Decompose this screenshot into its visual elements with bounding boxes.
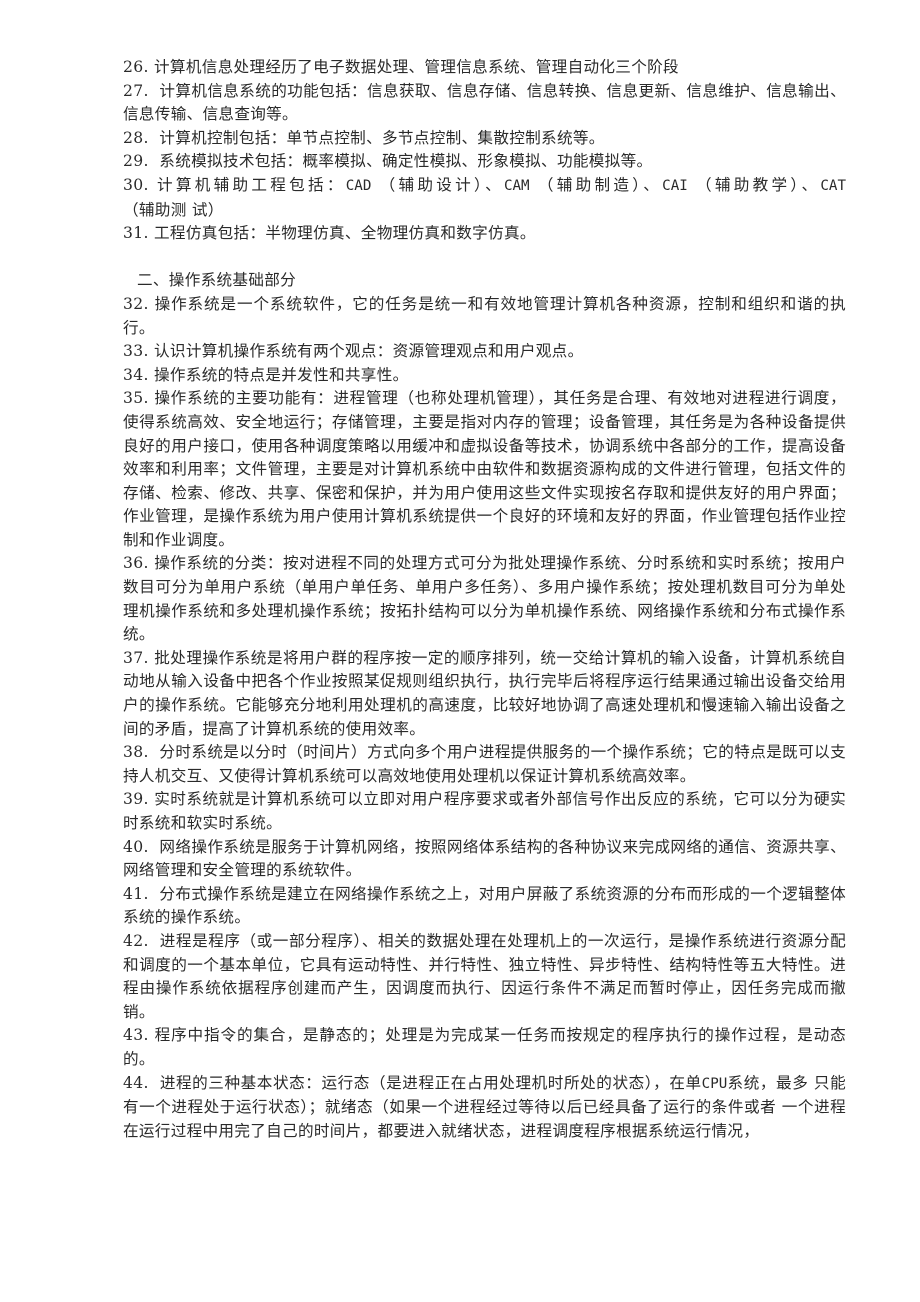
numbered-item: 33. 认识计算机操作系统有两个观点：资源管理观点和用户观点。 [123,340,846,364]
item-text: 操作系统是一个系统软件，它的任务是统一和有效地管理计算机各种资源，控制和组织和谐… [123,294,846,337]
item-text: 计算机控制包括：单节点控制、多节点控制、集散控制系统等。 [159,128,605,147]
item-text: 认识计算机操作系统有两个观点：资源管理观点和用户观点。 [154,342,584,361]
item-text: 网络操作系统是服务于计算机网络，按照网络体系结构的各种协议来完成网络的通信、资源… [123,837,846,880]
numbered-item: 42. 进程是程序（或一部分程序）、相关的数据处理在处理机上的一次运行，是操作系… [123,930,846,1024]
item-text: 工程仿真包括：半物理仿真、全物理仿真和数字仿真。 [154,224,536,243]
item-text: 进程是程序（或一部分程序）、相关的数据处理在处理机上的一次运行，是操作系统进行资… [123,931,846,1021]
latin-run: CAM [503,177,530,194]
document-page: 26. 计算机信息处理经历了电子数据处理、管理信息系统、管理自动化三个阶段 27.… [0,0,920,1302]
item-number: 37. [123,648,149,667]
item-number-gap [149,838,160,856]
numbered-item: 44. 进程的三种基本状态：运行态（是进程正在占用处理机时所处的状态），在单CP… [123,1072,846,1144]
item-number: 38. [123,743,149,762]
item-text: 实时系统就是计算机系统可以立即对用户程序要求或者外部信号作出反应的系统，它可以分… [123,790,846,832]
latin-run: CAT [820,177,846,194]
numbered-item: 32. 操作系统是一个系统软件，它的任务是统一和有效地管理计算机各种资源，控制和… [123,293,846,340]
item-number: 34. [123,365,149,384]
numbered-item: 34. 操作系统的特点是并发性和共享性。 [123,364,846,388]
numbered-item: 38. 分时系统是以分时（时间片）方式向多个用户进程提供服务的一个操作系统；它的… [123,741,846,788]
item-number-gap [149,152,160,170]
numbered-item: 26. 计算机信息处理经历了电子数据处理、管理信息系统、管理自动化三个阶段 [123,56,846,80]
latin-run: CPU [701,1075,728,1092]
latin-run: CAD [345,177,372,194]
item-number: 33. [123,342,149,361]
item-number: 27. [123,81,149,100]
numbered-item: 43. 程序中指令的集合，是静态的；处理是为完成某一任务而按规定的程序执行的操作… [123,1024,846,1071]
numbered-item: 30. 计算机辅助工程包括：CAD （辅助设计）、CAM （辅助制造）、CAI … [123,174,846,222]
item-number: 36. [123,554,149,573]
item-text: 批处理操作系统是将用户群的程序按一定的顺序排列，统一交给计算机的输入设备，计算机… [123,648,846,738]
numbered-item: 28. 计算机控制包括：单节点控制、多节点控制、集散控制系统等。 [123,127,846,151]
item-number: 40. [123,837,149,856]
item-text: 系统模拟技术包括：概率模拟、确定性模拟、形象模拟、功能模拟等。 [159,152,653,171]
item-text: 分布式操作系统是建立在网络操作系统之上，对用户屏蔽了系统资源的分布而形成的一个逻… [123,884,846,927]
item-text: 进程的三种基本状态：运行态（是进程正在占用处理机时所处的状态），在单CPU系统，… [123,1073,846,1140]
numbered-item: 39. 实时系统就是计算机系统可以立即对用户程序要求或者外部信号作出反应的系统，… [123,788,846,835]
item-number: 28. [123,128,149,147]
item-text: 程序中指令的集合，是静态的；处理是为完成某一任务而按规定的程序执行的操作过程，是… [123,1026,846,1068]
numbered-item: 37. 批处理操作系统是将用户群的程序按一定的顺序排列，统一交给计算机的输入设备… [123,647,846,741]
item-number-gap [149,885,160,903]
item-text: 计算机信息处理经历了电子数据处理、管理信息系统、管理自动化三个阶段 [154,58,679,76]
numbered-item: 31. 工程仿真包括：半物理仿真、全物理仿真和数字仿真。 [123,222,846,246]
item-number: 30. [123,175,149,194]
item-number: 35. [123,389,149,408]
item-text: 操作系统的主要功能有：进程管理（也称处理机管理），其任务是合理、有效地对进程进行… [123,389,846,549]
numbered-item: 41. 分布式操作系统是建立在网络操作系统之上，对用户屏蔽了系统资源的分布而形成… [123,883,846,930]
section-heading: 二、操作系统基础部分 [137,271,297,290]
numbered-item: 36. 操作系统的分类：按对进程不同的处理方式可分为批处理操作系统、分时系统和实… [123,552,846,646]
item-text: 操作系统的特点是并发性和共享性。 [154,365,409,384]
item-text: 分时系统是以分时（时间片）方式向多个用户进程提供服务的一个操作系统；它的特点是既… [123,743,846,785]
numbered-item: 35. 操作系统的主要功能有：进程管理（也称处理机管理），其任务是合理、有效地对… [123,387,846,552]
item-number-gap [149,176,157,194]
item-number: 31. [123,224,149,243]
latin-run: CAI [662,177,688,194]
item-text: 操作系统的分类：按对进程不同的处理方式可分为批处理操作系统、分时系统和实时系统；… [123,554,846,644]
item-number: 41. [123,884,149,903]
numbered-item: 27. 计算机信息系统的功能包括：信息获取、信息存储、信息转换、信息更新、信息维… [123,80,846,127]
item-number: 42. [123,931,149,950]
item-number-gap [149,743,160,761]
item-number: 26. [123,58,149,76]
item-number: 39. [123,790,149,809]
numbered-item: 29. 系统模拟技术包括：概率模拟、确定性模拟、形象模拟、功能模拟等。 [123,150,846,174]
item-number-gap [149,932,160,950]
item-number: 32. [123,294,149,313]
item-number-gap [149,129,160,147]
document-body: 26. 计算机信息处理经历了电子数据处理、管理信息系统、管理自动化三个阶段 27.… [123,56,846,1143]
item-number: 43. [123,1026,149,1045]
numbered-item: 40. 网络操作系统是服务于计算机网络，按照网络体系结构的各种协议来完成网络的通… [123,836,846,883]
item-number-gap [149,82,160,100]
item-number-gap [149,1074,160,1092]
item-text: 计算机信息系统的功能包括：信息获取、信息存储、信息转换、信息更新、信息维护、信息… [123,81,846,124]
item-number: 29. [123,152,149,171]
item-text: 计算机辅助工程包括：CAD （辅助设计）、CAM （辅助制造）、CAI （辅助教… [123,175,846,219]
item-number: 44. [123,1073,149,1092]
